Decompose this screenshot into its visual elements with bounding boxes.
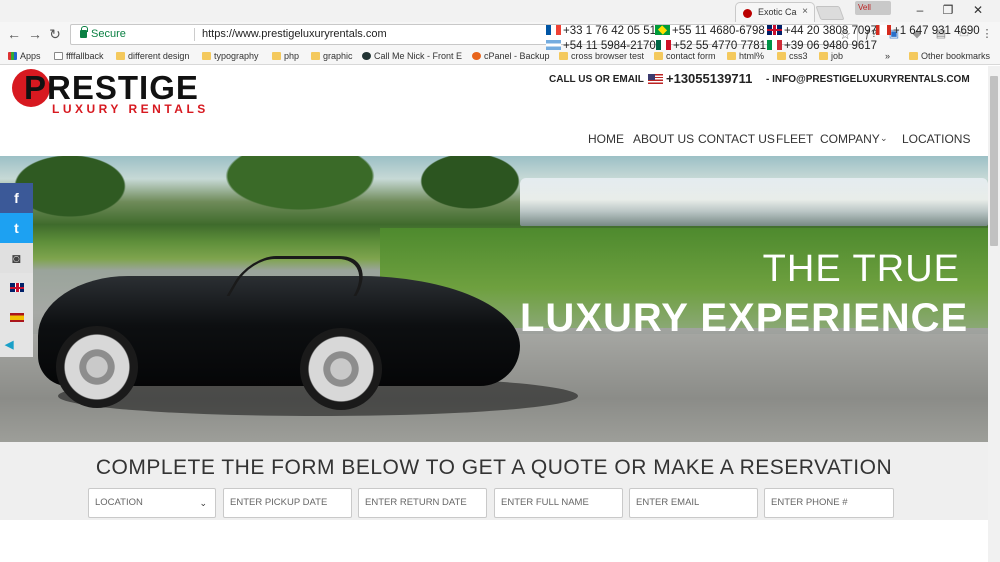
form-heading: COMPLETE THE FORM BELOW TO GET A QUOTE O… bbox=[95, 456, 893, 479]
site-logo[interactable]: PRESTIGE LUXURY RENTALS bbox=[12, 69, 234, 117]
folder-icon bbox=[202, 52, 211, 60]
chevron-down-icon[interactable]: ⌄ bbox=[880, 133, 888, 144]
brazil-flag-icon bbox=[655, 25, 670, 35]
folder-icon bbox=[116, 52, 125, 60]
scrollbar-thumb[interactable] bbox=[990, 76, 998, 246]
folder-icon bbox=[311, 52, 320, 60]
hero-banner: THE TRUE LUXURY EXPERIENCE bbox=[0, 156, 988, 442]
full-name-field[interactable]: ENTER FULL NAME bbox=[494, 488, 623, 518]
reload-button[interactable]: ↻ bbox=[47, 26, 63, 42]
phone-field[interactable]: ENTER PHONE # bbox=[764, 488, 894, 518]
hero-marina bbox=[520, 178, 988, 226]
contact-line: CALL US OR EMAIL +13055139711 - INFO@PRE… bbox=[549, 71, 989, 88]
twitter-icon[interactable]: t bbox=[0, 213, 33, 243]
france-flag-icon bbox=[546, 25, 561, 35]
phone-uk[interactable]: +44 20 3808 7097 bbox=[767, 24, 877, 39]
instagram-icon[interactable]: ◙ bbox=[0, 243, 33, 273]
close-window-button[interactable]: ✕ bbox=[968, 2, 988, 18]
hero-title-line1: THE TRUE bbox=[762, 248, 960, 290]
back-button[interactable]: ← bbox=[6, 26, 22, 42]
url-text[interactable]: https://www.prestigeluxuryrentals.com bbox=[202, 25, 387, 44]
spanish-language-button[interactable] bbox=[0, 303, 33, 333]
phone-argentina[interactable]: +54 11 5984-2170 bbox=[546, 39, 656, 54]
canada-flag-icon bbox=[876, 25, 891, 35]
browser-menu-icon[interactable]: ⋮ bbox=[980, 27, 994, 41]
social-sidebar: f t ◙ ◀ bbox=[0, 183, 33, 357]
phone-mexico[interactable]: +52 55 4770 7781 bbox=[656, 39, 766, 54]
main-nav: HOME ABOUT US CONTACT US FLEET COMPANY ⌄… bbox=[580, 132, 980, 148]
return-date-field[interactable]: ENTER RETURN DATE bbox=[358, 488, 487, 518]
browser-tab-strip: Exotic Ca × Vell – ❐ ✕ bbox=[0, 0, 1000, 22]
hero-car-image bbox=[38, 256, 578, 416]
us-flag-icon bbox=[648, 74, 663, 84]
uk-flag-icon bbox=[767, 25, 782, 35]
secure-label: Secure bbox=[91, 28, 126, 40]
apps-icon bbox=[8, 52, 17, 60]
facebook-icon[interactable]: f bbox=[0, 183, 33, 213]
uk-flag-icon bbox=[10, 283, 24, 292]
car-wheel bbox=[56, 326, 138, 408]
location-select-value: LOCATION bbox=[95, 497, 143, 508]
other-bookmarks[interactable]: Other bookmarks bbox=[909, 50, 990, 62]
folder-icon bbox=[272, 52, 281, 60]
phone-italy[interactable]: +39 06 9480 9617 bbox=[767, 39, 877, 54]
nav-home[interactable]: HOME bbox=[588, 132, 624, 146]
nav-fleet[interactable]: FLEET bbox=[776, 132, 813, 146]
call-label: CALL US OR EMAIL bbox=[549, 74, 644, 85]
new-tab-button[interactable] bbox=[815, 6, 845, 20]
mexico-flag-icon bbox=[656, 40, 671, 50]
forward-button[interactable]: → bbox=[27, 26, 43, 42]
tab-title: Exotic Ca bbox=[758, 7, 797, 17]
page-scrollbar[interactable] bbox=[988, 66, 1000, 562]
site-favicon-icon bbox=[743, 9, 752, 18]
bookmark-folder[interactable]: php bbox=[272, 50, 299, 62]
bookmark-folder[interactable]: typography bbox=[202, 50, 259, 62]
phone-brazil[interactable]: +55 11 4680-6798 bbox=[655, 24, 765, 39]
lock-icon bbox=[80, 26, 88, 38]
phone-france[interactable]: +33 1 76 42 05 51 bbox=[546, 24, 656, 39]
chevron-down-icon: ⌄ bbox=[199, 498, 207, 508]
folder-icon bbox=[909, 52, 918, 60]
logo-tagline: LUXURY RENTALS bbox=[52, 102, 209, 116]
email-field[interactable]: ENTER EMAIL bbox=[629, 488, 758, 518]
hero-title-line2: LUXURY EXPERIENCE bbox=[520, 296, 969, 340]
site-header: PRESTIGE LUXURY RENTALS CALL US OR EMAIL… bbox=[0, 66, 988, 156]
english-language-button[interactable] bbox=[0, 273, 33, 303]
bookmark-item[interactable]: Call Me Nick - Front E bbox=[362, 50, 462, 62]
bookmark-folder[interactable]: graphic bbox=[311, 50, 353, 62]
bookmark-apps[interactable]: Apps bbox=[8, 50, 41, 62]
minimize-button[interactable]: – bbox=[910, 2, 930, 18]
nav-about-us[interactable]: ABOUT US bbox=[633, 132, 694, 146]
nav-contact-us[interactable]: CONTACT US bbox=[698, 132, 775, 146]
phone-canada[interactable]: +1 647 931 4690 bbox=[876, 24, 980, 39]
bookmark-item[interactable]: cPanel - Backup bbox=[472, 50, 550, 62]
car-wheel bbox=[300, 328, 382, 410]
browser-tab[interactable]: Exotic Ca × bbox=[735, 2, 815, 22]
car-windshield bbox=[226, 256, 380, 296]
quote-form: COMPLETE THE FORM BELOW TO GET A QUOTE O… bbox=[0, 442, 988, 520]
nav-locations[interactable]: LOCATIONS bbox=[902, 132, 970, 146]
address-divider bbox=[194, 28, 195, 41]
nav-company[interactable]: COMPANY bbox=[820, 132, 880, 146]
location-select[interactable]: LOCATION ⌄ bbox=[88, 488, 216, 518]
italy-flag-icon bbox=[767, 40, 782, 50]
spain-flag-icon bbox=[10, 313, 24, 322]
pickup-date-field[interactable]: ENTER PICKUP DATE bbox=[223, 488, 352, 518]
main-phone-link[interactable]: +13055139711 bbox=[666, 71, 752, 86]
tab-close-icon[interactable]: × bbox=[802, 6, 808, 17]
email-link[interactable]: - INFO@PRESTIGELUXURYRENTALS.COM bbox=[766, 74, 970, 85]
bookmarks-overflow-button[interactable]: » bbox=[885, 50, 890, 62]
cpanel-icon bbox=[472, 52, 481, 60]
bookmark-folder[interactable]: different design bbox=[116, 50, 189, 62]
bookmark-item[interactable]: ffffallback bbox=[54, 50, 104, 62]
callmenick-icon bbox=[362, 52, 371, 60]
profile-badge[interactable]: Vell bbox=[855, 1, 891, 15]
restore-button[interactable]: ❐ bbox=[938, 2, 958, 18]
collapse-sidebar-icon[interactable]: ◀ bbox=[0, 333, 33, 357]
page-icon bbox=[54, 52, 63, 60]
page-below-fold bbox=[0, 520, 988, 562]
argentina-flag-icon bbox=[546, 40, 561, 50]
